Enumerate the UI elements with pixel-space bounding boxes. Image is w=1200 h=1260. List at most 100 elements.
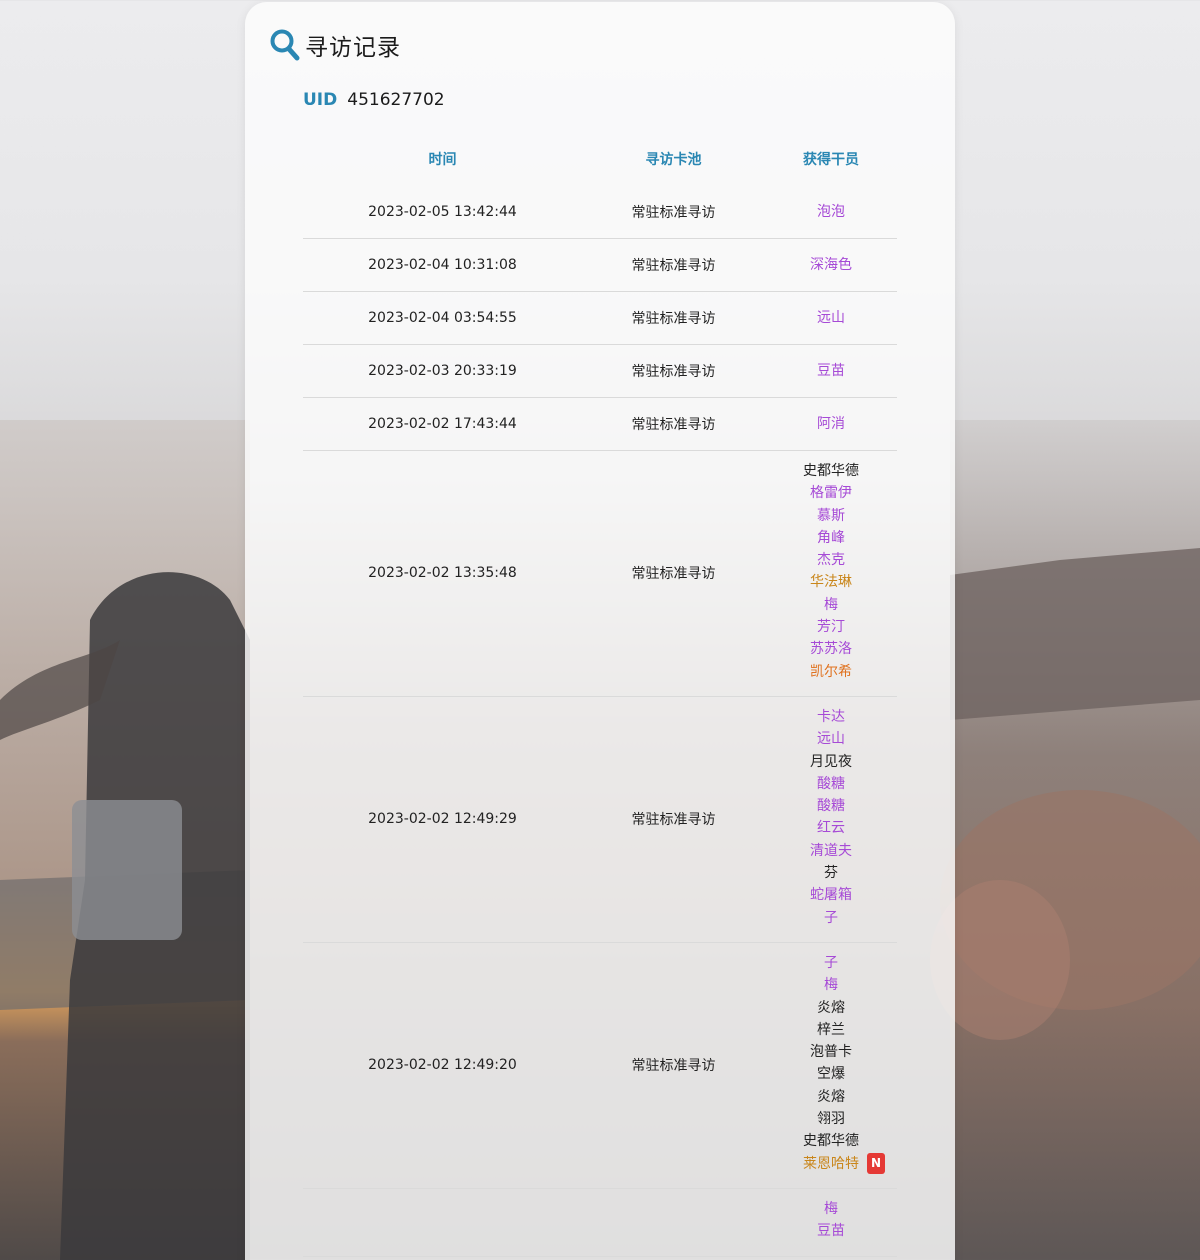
operator-item: 史都华德 xyxy=(803,1130,859,1152)
table-row: 2023-02-02 12:49:29 常驻标准寻访 卡达 远山 月见夜 酸糖 酸糖 红云 清道… xyxy=(303,697,897,943)
page-header: 寻访记录 xyxy=(269,28,401,62)
pool-cell: 常驻标准寻访 xyxy=(631,364,716,380)
uid-row: UID 451627702 xyxy=(303,90,445,110)
pool-cell: 常驻标准寻访 xyxy=(631,311,716,327)
operator-name: 子 xyxy=(824,954,838,971)
table-body: 2023-02-05 13:42:44 常驻标准寻访 泡泡 2023-02-04 10… xyxy=(303,186,897,1257)
operator-item: 泡泡 xyxy=(817,201,845,223)
operator-name: 杰克 xyxy=(817,552,845,569)
operator-item: 月见夜 xyxy=(810,751,852,773)
history-table: 时间 寻访卡池 获得干员 2023-02-05 13:42:44 常驻标准寻访 泡泡… xyxy=(303,132,897,1257)
pool-cell: 常驻标准寻访 xyxy=(631,812,716,829)
operator-item: 空爆 xyxy=(817,1063,845,1085)
operator-item: 史都华德 xyxy=(803,460,859,482)
operator-name: 蛇屠箱 xyxy=(810,887,852,904)
operator-item: 豆苗 xyxy=(817,360,845,382)
operators-cell: 深海色 xyxy=(765,254,897,276)
operators-cell: 子梅炎熔 梓兰 泡普卡 空爆 炎熔 翎羽 史都华德 莱恩哈特 N xyxy=(765,943,897,1188)
operator-item: 深海色 xyxy=(810,254,852,276)
operator-item: 格雷伊 xyxy=(810,482,852,504)
operator-name: 远山 xyxy=(817,731,845,748)
pool-cell: 常驻标准寻访 xyxy=(631,205,716,221)
operator-item: 芬 xyxy=(824,862,838,884)
operator-name: 清道夫 xyxy=(810,842,852,859)
operators-cell: 远山 xyxy=(765,307,897,329)
operator-name: 梓兰 xyxy=(817,1021,845,1038)
operator-item: 梅 xyxy=(824,1198,838,1220)
operators-cell: 泡泡 xyxy=(765,201,897,223)
uid-value: 451627702 xyxy=(347,90,445,110)
table-row: 2023-02-02 13:35:48 常驻标准寻访 史都华德 格雷伊 慕斯 角峰 杰克 华法… xyxy=(303,451,897,697)
operator-name: 深海色 xyxy=(810,256,852,273)
column-header-operators: 获得干员 xyxy=(803,152,859,168)
operator-item: 远山 xyxy=(817,307,845,329)
operators-cell: 阿消 xyxy=(765,413,897,435)
operator-name: 芬 xyxy=(824,865,838,882)
operator-name: 格雷伊 xyxy=(810,485,852,502)
time-cell: 2023-02-03 20:33:19 xyxy=(368,363,517,379)
operator-name: 卡达 xyxy=(817,708,845,725)
operator-name: 远山 xyxy=(817,309,845,326)
operator-name: 史都华德 xyxy=(803,463,859,479)
table-row: 梅豆苗 xyxy=(303,1189,897,1257)
pool-cell: 常驻标准寻访 xyxy=(631,258,716,274)
operator-item: 子 xyxy=(824,952,838,974)
table-row: 2023-02-04 03:54:55 常驻标准寻访 远山 xyxy=(303,292,897,345)
operator-name: 芳汀 xyxy=(817,619,845,636)
operator-item: 酸糖 xyxy=(817,773,845,795)
table-row: 2023-02-02 12:49:20 常驻标准寻访子梅炎熔 梓兰 泡普卡 空爆 炎熔 翎羽… xyxy=(303,943,897,1189)
operator-name: 角峰 xyxy=(817,529,845,546)
new-badge: N xyxy=(867,1152,885,1174)
operator-item: 杰克 xyxy=(817,549,845,571)
time-cell: 2023-02-04 10:31:08 xyxy=(368,257,517,273)
operator-item: 梅 xyxy=(824,594,838,616)
operator-item: 红云 xyxy=(817,817,845,839)
operator-item: 莱恩哈特 N xyxy=(803,1152,885,1175)
operator-name: 炎熔 xyxy=(817,1088,845,1105)
time-cell: 2023-02-02 13:35:48 xyxy=(368,565,517,582)
table-header: 时间 寻访卡池 获得干员 xyxy=(303,132,897,186)
operator-name: 华法琳 xyxy=(810,574,852,591)
operators-cell: 史都华德 格雷伊 慕斯 角峰 杰克 华法琳梅芳汀 苏苏洛 凯尔希 xyxy=(765,451,897,696)
operator-item: 苏苏洛 xyxy=(810,638,852,660)
pool-cell: 常驻标准寻访 xyxy=(631,417,716,433)
operator-item: 泡普卡 xyxy=(810,1041,852,1063)
operator-name: 泡普卡 xyxy=(810,1044,852,1061)
operators-cell: 梅豆苗 xyxy=(765,1189,897,1256)
table-row: 2023-02-05 13:42:44 常驻标准寻访 泡泡 xyxy=(303,186,897,239)
operator-name: 阿消 xyxy=(817,415,845,432)
pool-cell: 常驻标准寻访 xyxy=(631,1058,716,1075)
operator-item: 炎熔 xyxy=(817,997,845,1019)
operator-name: 梅 xyxy=(824,1200,838,1217)
operator-item: 清道夫 xyxy=(810,840,852,862)
column-header-time: 时间 xyxy=(428,152,457,168)
operator-item: 芳汀 xyxy=(817,616,845,638)
operator-item: 卡达 xyxy=(817,706,845,728)
operator-item: 阿消 xyxy=(817,413,845,435)
column-header-pool: 寻访卡池 xyxy=(645,152,702,168)
table-row: 2023-02-04 10:31:08 常驻标准寻访 深海色 xyxy=(303,239,897,292)
operator-name: 豆苗 xyxy=(817,362,845,379)
time-cell: 2023-02-02 12:49:29 xyxy=(368,811,517,828)
operator-name: 梅 xyxy=(824,977,838,994)
uid-label: UID xyxy=(303,90,338,110)
operators-cell: 卡达 远山 月见夜 酸糖 酸糖 红云 清道夫芬蛇屠箱子 xyxy=(765,697,897,942)
operator-item: 远山 xyxy=(817,728,845,750)
pool-cell: 常驻标准寻访 xyxy=(631,566,716,583)
operator-name: 子 xyxy=(824,909,838,926)
operator-name: 史都华德 xyxy=(803,1133,859,1150)
page-title: 寻访记录 xyxy=(305,35,401,61)
table-row: 2023-02-02 17:43:44 常驻标准寻访 阿消 xyxy=(303,398,897,451)
operator-name: 莱恩哈特 xyxy=(803,1155,859,1172)
table-row: 2023-02-03 20:33:19 常驻标准寻访 豆苗 xyxy=(303,345,897,398)
time-cell: 2023-02-02 12:49:20 xyxy=(368,1057,517,1074)
search-icon xyxy=(269,28,301,62)
operator-name: 酸糖 xyxy=(817,775,845,792)
operator-item: 梓兰 xyxy=(817,1019,845,1041)
operator-item: 华法琳 xyxy=(810,571,852,593)
operator-item: 凯尔希 xyxy=(810,661,852,683)
operator-item: 角峰 xyxy=(817,527,845,549)
operator-name: 梅 xyxy=(824,596,838,613)
operator-name: 月见夜 xyxy=(810,753,852,770)
time-cell: 2023-02-04 03:54:55 xyxy=(368,310,517,326)
